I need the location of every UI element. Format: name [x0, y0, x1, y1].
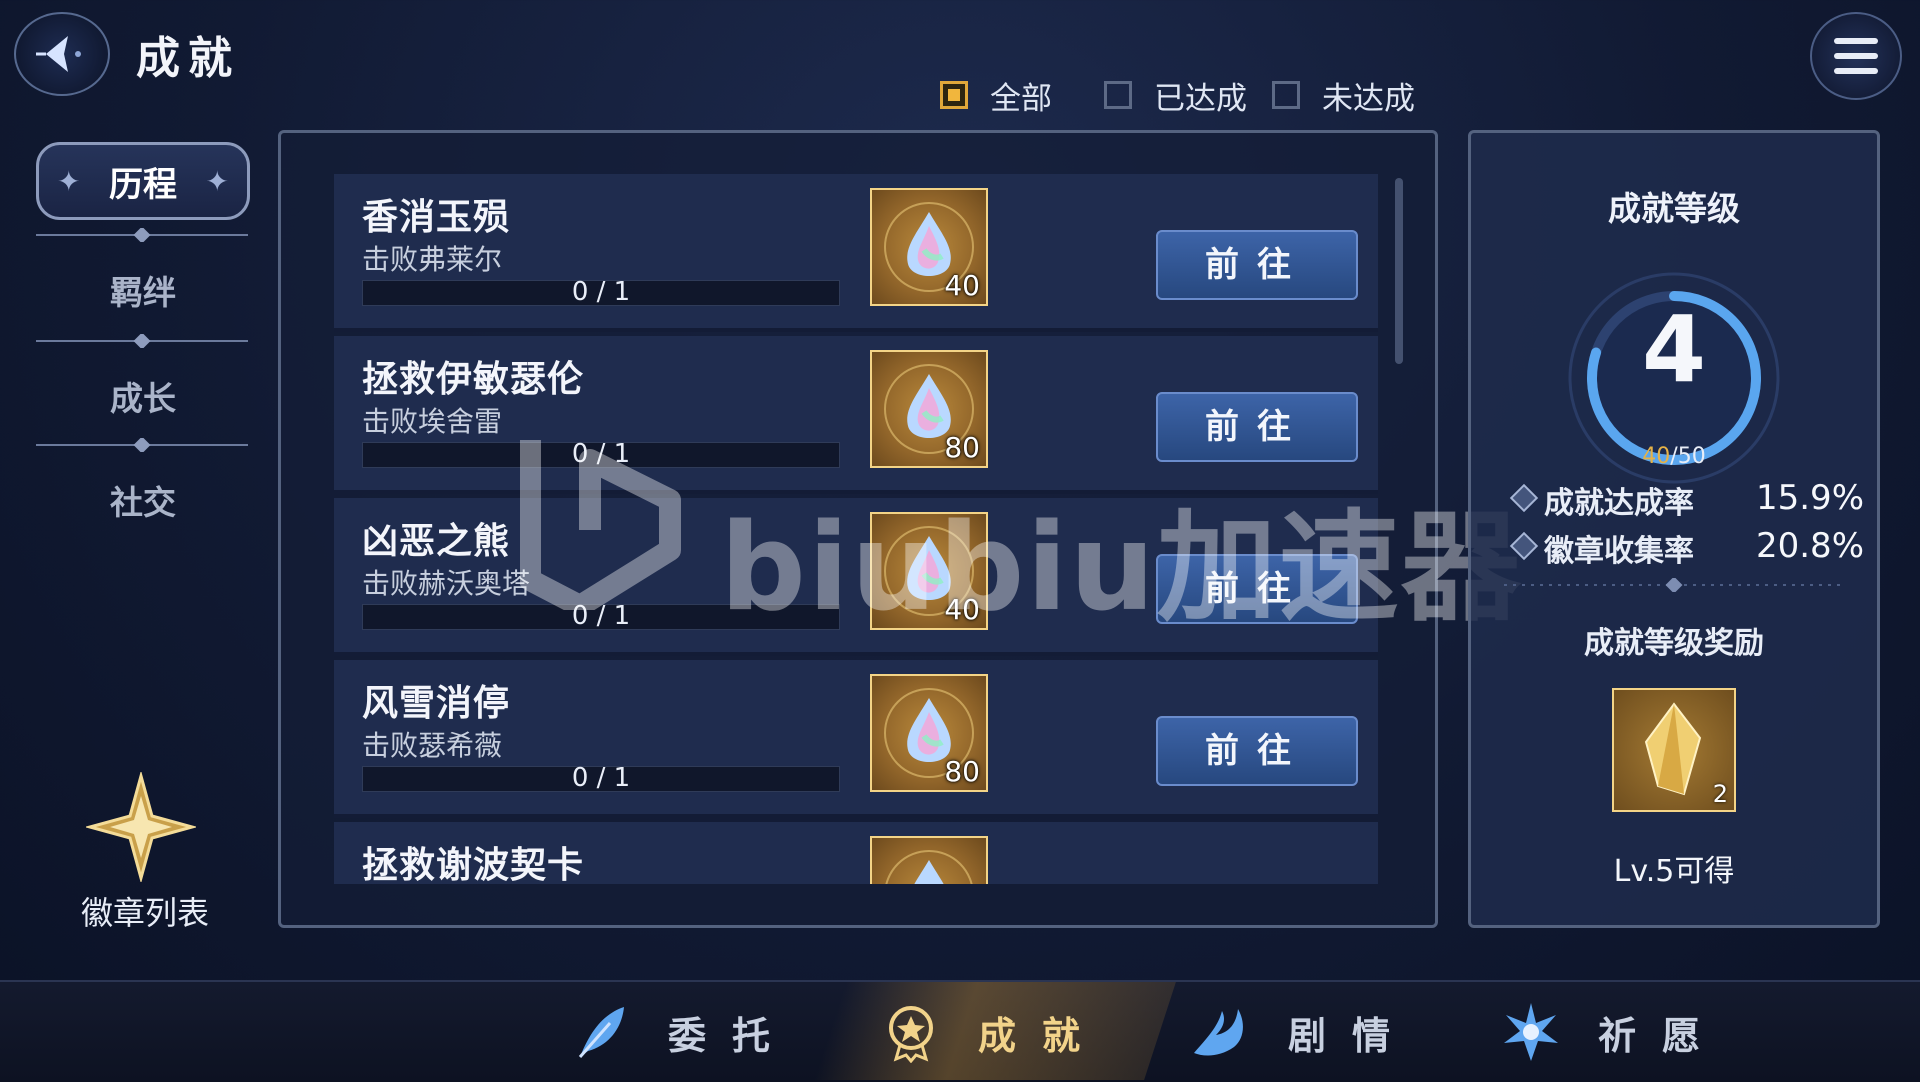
filter-all-checkbox[interactable] [940, 81, 968, 109]
achievement-name: 凶恶之熊 [362, 521, 511, 562]
category-tab-bond[interactable]: 羁绊 [36, 266, 250, 314]
ornament-divider [36, 334, 248, 348]
category-tab-social[interactable]: 社交 [36, 476, 250, 524]
sparkle-icon: ✦ [57, 165, 81, 198]
filter-all[interactable]: 全部 [940, 74, 1052, 117]
back-button[interactable] [14, 12, 110, 96]
achievement-row: 香消玉殒 击败弗莱尔 0 / 1 40 前往 [334, 174, 1378, 332]
ornament-divider [1504, 578, 1844, 592]
filter-completed[interactable]: 已达成 [1104, 74, 1247, 117]
achievement-desc: 击败赫沃奥塔 [362, 567, 531, 600]
stat-label: 成就达成率 [1544, 486, 1694, 521]
category-tab-label: 历程 [109, 164, 177, 205]
reward-item[interactable]: 80 [870, 674, 988, 792]
stat-label: 徽章收集率 [1544, 534, 1694, 569]
menu-button[interactable] [1810, 12, 1902, 100]
achievement-row: 风雪消停 击败瑟希薇 0 / 1 80 前往 [334, 660, 1378, 818]
progress-bar: 0 / 1 [362, 277, 840, 307]
go-button[interactable]: 前往 [1156, 716, 1358, 786]
progress-text: 0 / 1 [571, 763, 631, 793]
reward-qty: 40 [944, 269, 980, 302]
filter-incomplete[interactable]: 未达成 [1272, 74, 1415, 117]
feather-icon [578, 1007, 624, 1058]
category-tab-history[interactable]: ✦ 历程 ✦ [36, 142, 250, 220]
nav-tab-achievement[interactable]: 成就 [880, 1000, 1106, 1064]
filter-incomplete-label: 未达成 [1322, 80, 1415, 117]
completion-rate-stat: 成就达成率 15.9% [1509, 478, 1864, 521]
page-title: 成就 [136, 33, 240, 84]
achievement-row: 拯救谢波契卡 [334, 822, 1378, 884]
wish-star-icon [1504, 1003, 1558, 1061]
achievement-name: 拯救伊敏瑟伦 [362, 359, 585, 400]
achievement-desc: 击败弗莱尔 [362, 243, 503, 276]
nav-tab-label: 祈愿 [1598, 1013, 1727, 1058]
back-arrow-icon [36, 36, 81, 72]
sparkle-icon: ✦ [205, 165, 229, 198]
level-title: 成就等级 [1608, 189, 1740, 228]
filter-all-label: 全部 [990, 80, 1052, 117]
achievement-name: 拯救谢波契卡 [362, 845, 585, 884]
diamond-icon [1509, 483, 1539, 513]
nav-tab-wish[interactable]: 祈愿 [1500, 1000, 1726, 1064]
reward-requirement: Lv.5可得 [1613, 854, 1735, 889]
list-scrollbar[interactable] [1395, 178, 1403, 364]
achievement-name: 香消玉殒 [362, 197, 511, 238]
stat-value: 15.9% [1755, 478, 1864, 518]
nav-tab-label: 成就 [978, 1013, 1107, 1058]
level-progress-total: /50 [1670, 444, 1706, 469]
level-number: 4 [1641, 296, 1706, 403]
nav-tab-label: 剧情 [1288, 1013, 1417, 1058]
badge-list-button[interactable]: 徽章列表 [60, 770, 230, 932]
stat-value: 20.8% [1755, 526, 1864, 566]
level-reward-item[interactable]: 2 [1612, 688, 1736, 812]
badge-list-label: 徽章列表 [80, 894, 209, 932]
reward-item[interactable] [870, 836, 988, 884]
level-progress-text: 40/50 [1560, 444, 1788, 469]
nav-tab-label: 委托 [668, 1013, 797, 1058]
nav-tab-commission[interactable]: 委托 [570, 1000, 796, 1064]
reward-item[interactable]: 40 [870, 188, 988, 306]
achievement-medal-icon [889, 1006, 933, 1063]
progress-text: 0 / 1 [571, 277, 631, 307]
nav-tab-story[interactable]: 剧情 [1190, 1000, 1416, 1064]
go-button[interactable]: 前往 [1156, 230, 1358, 300]
badge-collection-stat: 徽章收集率 20.8% [1509, 526, 1864, 569]
reward-qty: 80 [944, 755, 980, 788]
crystal-gem-icon [885, 850, 973, 884]
category-tab-growth[interactable]: 成长 [36, 372, 250, 420]
level-progress-current: 40 [1642, 444, 1671, 469]
filter-completed-checkbox[interactable] [1104, 81, 1132, 109]
reward-qty: 2 [1712, 780, 1728, 808]
badge-star-icon [86, 772, 196, 882]
progress-bar: 0 / 1 [362, 763, 840, 793]
filter-incomplete-checkbox[interactable] [1272, 81, 1300, 109]
filter-completed-label: 已达成 [1154, 80, 1247, 117]
watermark-text: biubiu加速器 [720, 499, 1523, 638]
achievement-desc: 击败埃舍雷 [362, 405, 503, 438]
ornament-divider [36, 438, 248, 452]
story-wave-icon [1194, 1009, 1243, 1056]
diamond-icon [1509, 531, 1539, 561]
ornament-divider [36, 228, 248, 242]
level-reward-title: 成就等级奖励 [1584, 626, 1764, 661]
achievement-desc: 击败瑟希薇 [362, 729, 503, 762]
achievement-name: 风雪消停 [362, 683, 511, 724]
